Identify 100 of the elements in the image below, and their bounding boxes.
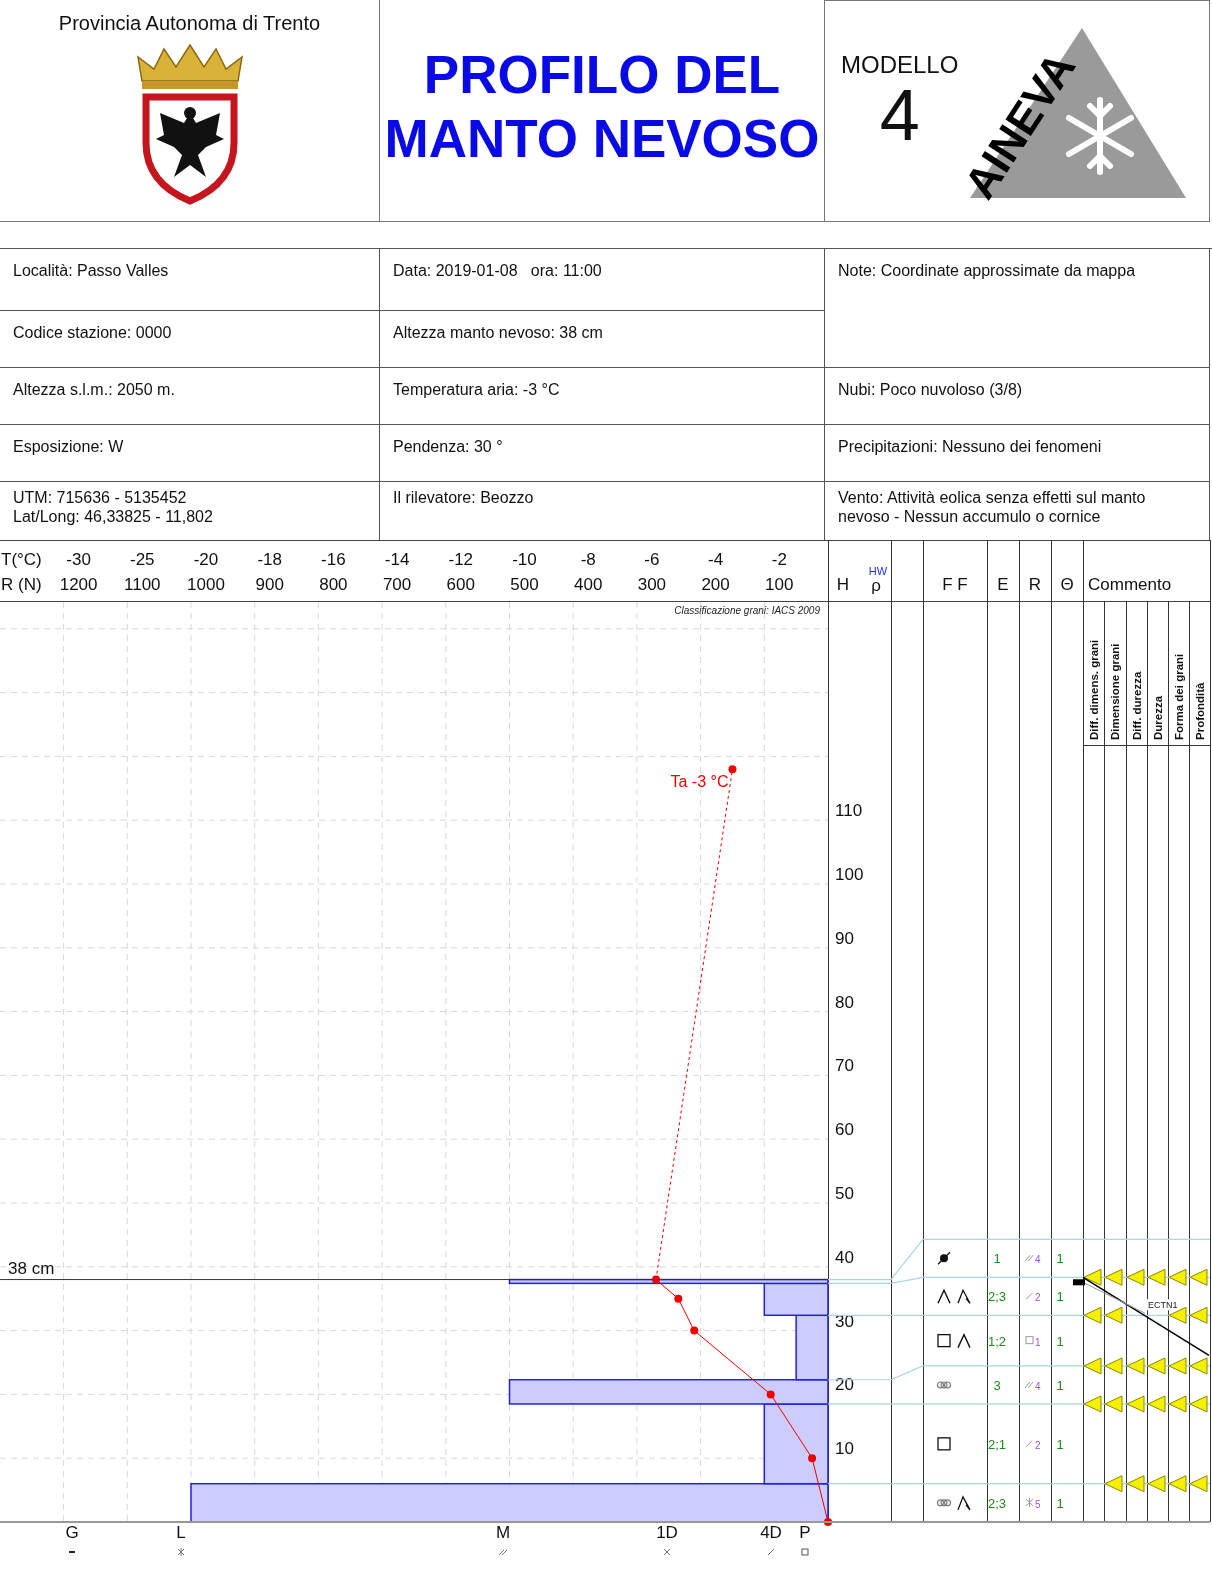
hardness-icon: [1025, 1292, 1033, 1300]
grain-form-icon: [957, 1332, 971, 1349]
axis-label: H: [836, 575, 850, 594]
grain-size: 2;1: [987, 1436, 1007, 1452]
grain-form-icon: [957, 1288, 971, 1304]
grain-form-icon: [937, 1437, 951, 1451]
axis-label: R (N): [1, 575, 42, 594]
triangle-marker: [1083, 1268, 1102, 1286]
tick-label: 700: [382, 575, 412, 594]
triangle-marker: [1189, 1475, 1208, 1493]
tick-label: 300: [637, 575, 667, 594]
column-header: F F: [942, 575, 968, 594]
province-name: Provincia Autonoma di Trento: [58, 12, 321, 35]
triangle-marker: [1126, 1395, 1145, 1413]
air-temperature-label: Ta -3 °C: [670, 773, 729, 791]
triangle-marker: [1126, 1357, 1145, 1375]
info-text: Data: 2019-01-08 ora: 11:00: [393, 261, 603, 280]
triangle-marker: [1126, 1475, 1145, 1493]
tick-label: 1000: [187, 575, 225, 594]
tick-label: 800: [319, 575, 348, 594]
air-temperature-point: [728, 765, 737, 774]
hardness-index: 4: [1035, 1254, 1041, 1266]
triangle-marker: [1147, 1395, 1166, 1413]
tick-label: 600: [446, 575, 475, 594]
hardness-index: 2: [1035, 1439, 1041, 1451]
column-header: Forma dei grani: [1173, 653, 1185, 740]
tick-label: 1200: [59, 575, 98, 594]
triangle-marker: [1147, 1357, 1166, 1375]
grain-form-icon: [937, 1334, 951, 1348]
triangle-marker: [1104, 1306, 1123, 1324]
hardness-label: L: [176, 1523, 186, 1542]
column-header: Θ: [1060, 575, 1074, 594]
tick-label: 50: [835, 1184, 854, 1203]
hardness-label: M: [495, 1523, 511, 1542]
tick-label: -25: [130, 550, 155, 569]
hardness-icon: [1025, 1440, 1033, 1448]
hardness-icon: [663, 1548, 671, 1556]
triangle-marker: [1083, 1395, 1102, 1413]
column-header: Diff. durezza: [1131, 671, 1143, 740]
grain-size: 3: [993, 1377, 1001, 1393]
tick-label: -12: [448, 550, 474, 569]
triangle-marker: [1189, 1268, 1208, 1286]
tick-label: -14: [384, 550, 410, 569]
triangle-marker: [1083, 1357, 1102, 1375]
column-header: Dimensione grani: [1109, 643, 1121, 740]
snow-surface-label: 38 cm: [8, 1258, 55, 1278]
tick-label: -20: [193, 550, 219, 569]
grain-size: 1;2: [987, 1333, 1007, 1349]
hardness-index: 5: [1035, 1498, 1041, 1510]
info-text: UTM: 715636 - 5135452: [13, 488, 188, 507]
tick-label: 100: [835, 865, 864, 884]
tick-label: -2: [771, 550, 787, 569]
classification-note: Classificazione grani: IACS 2009: [674, 605, 820, 616]
tick-label: 110: [835, 801, 863, 821]
hardness-index: 2: [1035, 1292, 1041, 1304]
hardness-icon: [177, 1547, 185, 1557]
info-text: Precipitazioni: Nessuno dei fenomeni: [838, 437, 1103, 456]
tick-label: 40: [835, 1247, 854, 1267]
hardness-icon: [1024, 1381, 1034, 1389]
tick-label: 60: [835, 1120, 854, 1140]
test-label: ECTN1: [1148, 1300, 1178, 1311]
hardness-label: G: [65, 1523, 79, 1542]
info-text: Pendenza: 30 °: [393, 437, 504, 456]
hardness-icon: [1024, 1254, 1034, 1262]
wetness-value: 1: [1056, 1289, 1064, 1305]
tick-label: 100: [765, 575, 794, 594]
hardness-icon: [1025, 1497, 1034, 1508]
triangle-marker: [1189, 1357, 1208, 1375]
hardness-icon: [1025, 1336, 1034, 1345]
hardness-icon: [767, 1548, 775, 1556]
grain-size: 1: [993, 1251, 1001, 1267]
hardness-label: 1D: [656, 1523, 678, 1542]
column-header: Profondità: [1194, 682, 1206, 740]
hardness-index: 1: [1035, 1336, 1041, 1348]
info-text: Località: Passo Valles: [13, 261, 170, 280]
hardness-icon: [801, 1548, 809, 1556]
tick-label: -4: [708, 550, 724, 569]
density-header: ρ: [871, 576, 881, 595]
grain-form-icon: [957, 1495, 971, 1511]
model-label: MODELLO: [841, 51, 959, 79]
wetness-value: 1: [1056, 1333, 1064, 1349]
triangle-marker: [1104, 1395, 1123, 1413]
tick-label: -16: [321, 550, 346, 569]
tick-label: -30: [66, 550, 91, 569]
temperature-point: [824, 1518, 832, 1526]
grain-form-icon: [937, 1251, 951, 1265]
triangle-marker: [1189, 1395, 1208, 1413]
tick-label: -18: [257, 550, 282, 569]
info-text: Altezza s.l.m.: 2050 m.: [13, 380, 176, 399]
temperature-point: [690, 1326, 699, 1335]
tick-label: 200: [701, 575, 730, 594]
hardness-icon: [498, 1549, 508, 1556]
tick-label: 900: [255, 575, 284, 594]
grain-size: 2;3: [987, 1289, 1007, 1305]
temperature-point: [766, 1390, 775, 1399]
column-header: Diff. dimens. grani: [1088, 639, 1100, 740]
form-title: PROFILO DEL MANTO NEVOSO: [383, 43, 821, 170]
tick-label: 80: [835, 992, 854, 1012]
tick-label: 400: [574, 575, 603, 594]
triangle-marker: [1168, 1395, 1187, 1413]
